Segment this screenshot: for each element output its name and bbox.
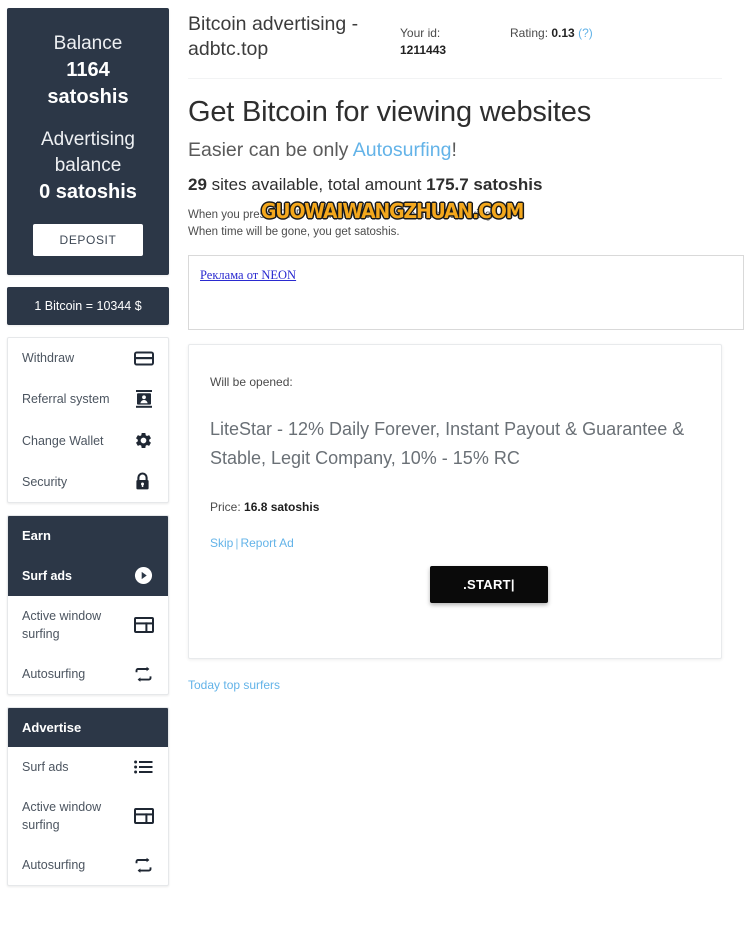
ad-card: Will be opened: LiteStar - 12% Daily For… xyxy=(188,344,722,659)
price-label: Price: xyxy=(210,500,245,514)
sidebar-item-autosurfing-advertise[interactable]: Autosurfing xyxy=(8,845,168,885)
bitcoin-rate-card: 1 Bitcoin = 10344 $ xyxy=(7,287,169,325)
header-divider xyxy=(188,78,722,79)
advertising-balance-label-2: balance xyxy=(54,155,122,176)
sidebar-item-active-window-surfing-advertise[interactable]: Active window surfing xyxy=(8,787,168,845)
sidebar-item-label: Active window surfing xyxy=(22,800,102,832)
rating-label: Rating: xyxy=(510,26,549,40)
report-ad-link[interactable]: Report Ad xyxy=(240,536,293,550)
balance-label: Balance xyxy=(53,33,123,54)
page-title: Bitcoin advertising - adbtc.top xyxy=(188,13,359,60)
sidebar-item-security[interactable]: Security xyxy=(8,461,168,502)
sidebar-item-label: Active window surfing xyxy=(22,609,102,641)
page-header: Bitcoin advertising - adbtc.top Your id:… xyxy=(188,10,744,68)
sidebar-item-label: Referral system xyxy=(22,392,110,406)
sidebar-item-label: Change Wallet xyxy=(22,433,104,448)
ad-description: LiteStar - 12% Daily Forever, Instant Pa… xyxy=(210,419,685,468)
rating-help-link[interactable]: (?) xyxy=(578,26,593,40)
main-content: Bitcoin advertising - adbtc.top Your id:… xyxy=(188,0,744,692)
main-heading: Get Bitcoin for viewing websites xyxy=(188,96,591,128)
window-icon xyxy=(134,808,154,824)
sidebar-item-label: Surf ads xyxy=(22,568,73,583)
sidebar: Balance 1164 satoshis Advertising balanc… xyxy=(7,8,169,898)
window-icon xyxy=(134,617,154,633)
sites-available-line: 29 sites available, total amount 175.7 s… xyxy=(188,172,744,198)
subheading-prefix: Easier can be only xyxy=(188,139,353,161)
deposit-button[interactable]: DEPOSIT xyxy=(33,224,143,256)
rating-block: Rating: 0.13 (?) xyxy=(510,12,593,42)
sidebar-item-referral-system[interactable]: Referral system xyxy=(8,378,168,420)
price-value: 16.8 satoshis xyxy=(244,500,320,514)
loop-icon xyxy=(134,666,154,683)
sidebar-item-active-window-surfing-earn[interactable]: Active window surfing xyxy=(8,596,168,654)
advertise-menu-card: Advertise Surf ads Active window surfing… xyxy=(7,707,169,886)
today-top-surfers: Today top surfers xyxy=(188,678,744,692)
autosurfing-link[interactable]: Autosurfing xyxy=(353,139,452,161)
earn-section-header: Earn xyxy=(8,516,168,555)
sidebar-item-change-wallet[interactable]: Change Wallet xyxy=(8,420,168,461)
earn-menu-card: Earn Surf ads Active window surfing Auto… xyxy=(7,515,169,695)
balance-card: Balance 1164 satoshis Advertising balanc… xyxy=(7,8,169,275)
skip-link[interactable]: Skip xyxy=(210,536,233,550)
total-amount: 175.7 satoshis xyxy=(426,175,543,194)
balance-panel: Balance 1164 satoshis Advertising balanc… xyxy=(8,9,168,274)
sites-text: sites available, total amount xyxy=(206,175,427,194)
subheading: Easier can be only Autosurfing! xyxy=(188,135,744,165)
neon-ad-link[interactable]: Реклама от NEON xyxy=(200,268,296,282)
account-menu-card: Withdraw Referral system Change Wallet S… xyxy=(7,337,169,503)
start-button-wrapper: .START| xyxy=(210,566,700,603)
ad-action-links: Skip | Report Ad xyxy=(210,536,700,550)
sidebar-item-withdraw[interactable]: Withdraw xyxy=(8,338,168,378)
balance-value: 1164 xyxy=(66,59,110,81)
neon-banner-box: Реклама от NEON xyxy=(188,255,744,330)
user-id-label: Your id: xyxy=(400,26,441,40)
today-top-surfers-link[interactable]: Today top surfers xyxy=(188,678,280,692)
will-be-opened-label: Will be opened: xyxy=(210,375,293,389)
sidebar-item-label: Autosurfing xyxy=(22,858,86,872)
user-id-value: 1211443 xyxy=(400,43,447,57)
subheading-suffix: ! xyxy=(451,139,457,161)
lock-icon xyxy=(134,472,154,491)
rating-value: 0.13 xyxy=(551,26,575,40)
list-icon xyxy=(134,760,154,774)
app-root: Balance 1164 satoshis Advertising balanc… xyxy=(0,0,744,926)
sidebar-item-label: Autosurfing xyxy=(22,667,86,681)
balance-unit: satoshis xyxy=(47,86,129,108)
gear-icon xyxy=(134,431,154,450)
start-button[interactable]: .START| xyxy=(430,566,548,603)
bitcoin-rate-text: 1 Bitcoin = 10344 $ xyxy=(34,299,142,313)
instructions-text: When you press START, don't close it bef… xyxy=(188,199,728,241)
sidebar-item-surf-ads-earn[interactable]: Surf ads xyxy=(8,555,168,596)
watermark-overlay: GUOWAIWANGZHUAN.COM xyxy=(259,199,526,223)
sidebar-item-label: Surf ads xyxy=(22,760,69,774)
user-id-block: Your id: 1211443 xyxy=(400,12,510,59)
sidebar-item-label: Withdraw xyxy=(22,351,75,365)
id-card-icon xyxy=(134,389,154,409)
play-circle-icon xyxy=(134,566,154,585)
sidebar-item-label: Security xyxy=(22,474,68,489)
ad-price: Price: 16.8 satoshis xyxy=(210,500,700,514)
sidebar-item-autosurfing-earn[interactable]: Autosurfing xyxy=(8,654,168,694)
sites-count: 29 xyxy=(188,175,207,194)
credit-card-icon xyxy=(134,351,154,366)
instructions-line-2: When time will be gone, you get satoshis… xyxy=(188,226,400,238)
loop-icon xyxy=(134,857,154,874)
sidebar-item-surf-ads-advertise[interactable]: Surf ads xyxy=(8,747,168,787)
advertising-balance-value: 0 satoshis xyxy=(39,181,137,203)
advertising-balance-label-1: Advertising xyxy=(41,129,135,150)
advertise-section-header: Advertise xyxy=(8,708,168,747)
